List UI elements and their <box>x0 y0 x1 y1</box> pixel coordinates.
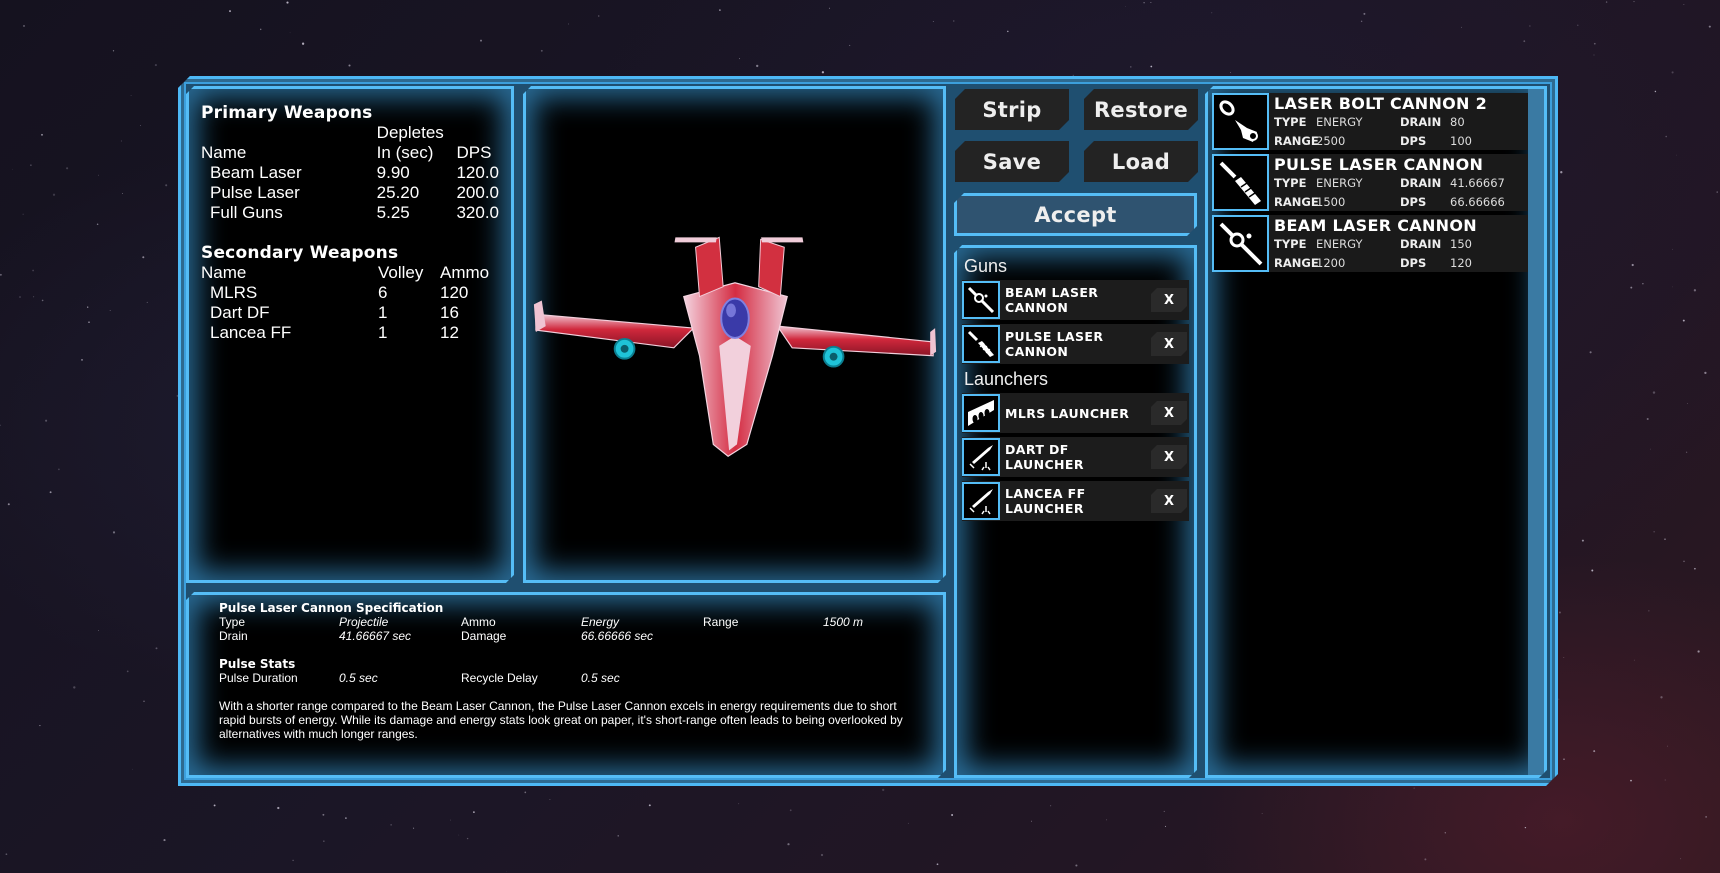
item-name: BEAM LASER CANNON <box>1274 216 1477 235</box>
spec-drain-value: 41.66667 sec <box>339 629 412 643</box>
weapon-inventory-list: LASER BOLT CANNON 2 TYPE ENERGY DRAIN 80 R… <box>1205 86 1547 778</box>
weapon-specification-panel: Pulse Laser Cannon Specification Type Pr… <box>186 592 946 778</box>
launchers-section-label: Launchers <box>964 369 1049 389</box>
weapon-stats-panel: Primary Weapons Depletes Name In (sec) D… <box>186 86 514 583</box>
loadout-slot[interactable]: BEAM LASER CANNON X <box>962 280 1189 320</box>
slot-name: DART DF LAUNCHER <box>1005 442 1084 472</box>
item-name: PULSE LASER CANNON <box>1274 155 1484 174</box>
restore-button[interactable]: Restore <box>1084 89 1198 130</box>
table-row: Dart DF 1 16 <box>210 303 459 322</box>
table-header: Name In (sec) DPS <box>201 143 492 162</box>
accept-button[interactable]: Accept <box>954 193 1197 236</box>
laser-bolt-icon <box>1212 93 1269 150</box>
table-header: Name Volley Ammo <box>201 263 490 282</box>
loadout-slot[interactable]: MLRS LAUNCHER X <box>962 393 1189 433</box>
primary-weapons-title: Primary Weapons <box>201 103 373 123</box>
pulse-laser-icon <box>1212 154 1269 211</box>
beam-laser-icon <box>962 281 1000 319</box>
slot-name: BEAM LASER CANNON <box>1005 285 1099 315</box>
spec-ammo-value: Energy <box>581 615 620 629</box>
spec-damage-value: 66.66666 sec <box>581 629 654 643</box>
missile-launcher-icon <box>962 482 1000 520</box>
spaceship-model[interactable] <box>526 89 943 580</box>
pulse-stats-title: Pulse Stats <box>219 657 296 671</box>
inventory-item[interactable]: BEAM LASER CANNON TYPE ENERGY DRAIN 150 RA… <box>1212 215 1528 272</box>
ship-preview-viewport[interactable] <box>523 86 946 583</box>
inventory-item[interactable]: PULSE LASER CANNON TYPE ENERGY DRAIN 41.66… <box>1212 154 1528 211</box>
secondary-weapons-title: Secondary Weapons <box>201 243 399 263</box>
spec-description: With a shorter range compared to the Bea… <box>219 699 903 741</box>
save-button[interactable]: Save <box>955 141 1069 182</box>
pulse-laser-icon <box>962 325 1000 363</box>
beam-laser-icon <box>1212 215 1269 272</box>
primary-weapons-table: Depletes Name In (sec) DPS Beam Laser 9.… <box>201 123 499 222</box>
remove-button[interactable]: X <box>1151 288 1187 312</box>
loadout-slot[interactable]: PULSE LASER CANNON X <box>962 324 1189 364</box>
inventory-scrollbar[interactable] <box>1528 89 1544 775</box>
secondary-weapons-table: Name Volley Ammo MLRS 6 120 Dart DF 1 16… <box>201 263 489 343</box>
mlrs-icon <box>962 394 1000 432</box>
slot-name: PULSE LASER CANNON <box>1005 329 1104 359</box>
strip-button[interactable]: Strip <box>955 89 1069 130</box>
spec-type-value: Projectile <box>339 615 389 629</box>
table-row: Beam Laser 9.90 120.0 <box>210 163 499 182</box>
remove-button[interactable]: X <box>1151 445 1187 469</box>
loadout-panel: Guns BEAM LASER CANNON X PULSE LASER CAN… <box>954 245 1197 778</box>
missile-launcher-icon <box>962 438 1000 476</box>
remove-button[interactable]: X <box>1151 401 1187 425</box>
loadout-slot[interactable]: LANCEA FF LAUNCHER X <box>962 481 1189 521</box>
spec-range-value: 1500 m <box>823 615 864 629</box>
recycle-delay-value: 0.5 sec <box>581 671 620 685</box>
table-row: Lancea FF 1 12 <box>210 323 459 342</box>
table-row: Full Guns 5.25 320.0 <box>210 203 499 222</box>
slot-name: LANCEA FF LAUNCHER <box>1005 486 1086 516</box>
table-row: MLRS 6 120 <box>210 283 469 302</box>
loadout-slot[interactable]: DART DF LAUNCHER X <box>962 437 1189 477</box>
pulse-duration-value: 0.5 sec <box>339 671 378 685</box>
inventory-item[interactable]: LASER BOLT CANNON 2 TYPE ENERGY DRAIN 80 R… <box>1212 93 1528 150</box>
table-row: Pulse Laser 25.20 200.0 <box>210 183 499 202</box>
remove-button[interactable]: X <box>1151 489 1187 513</box>
remove-button[interactable]: X <box>1151 332 1187 356</box>
item-name: LASER BOLT CANNON 2 <box>1274 94 1488 113</box>
slot-name: MLRS LAUNCHER <box>1005 405 1130 421</box>
load-button[interactable]: Load <box>1084 141 1198 182</box>
guns-section-label: Guns <box>964 256 1008 276</box>
spec-title: Pulse Laser Cannon Specification <box>219 601 444 615</box>
